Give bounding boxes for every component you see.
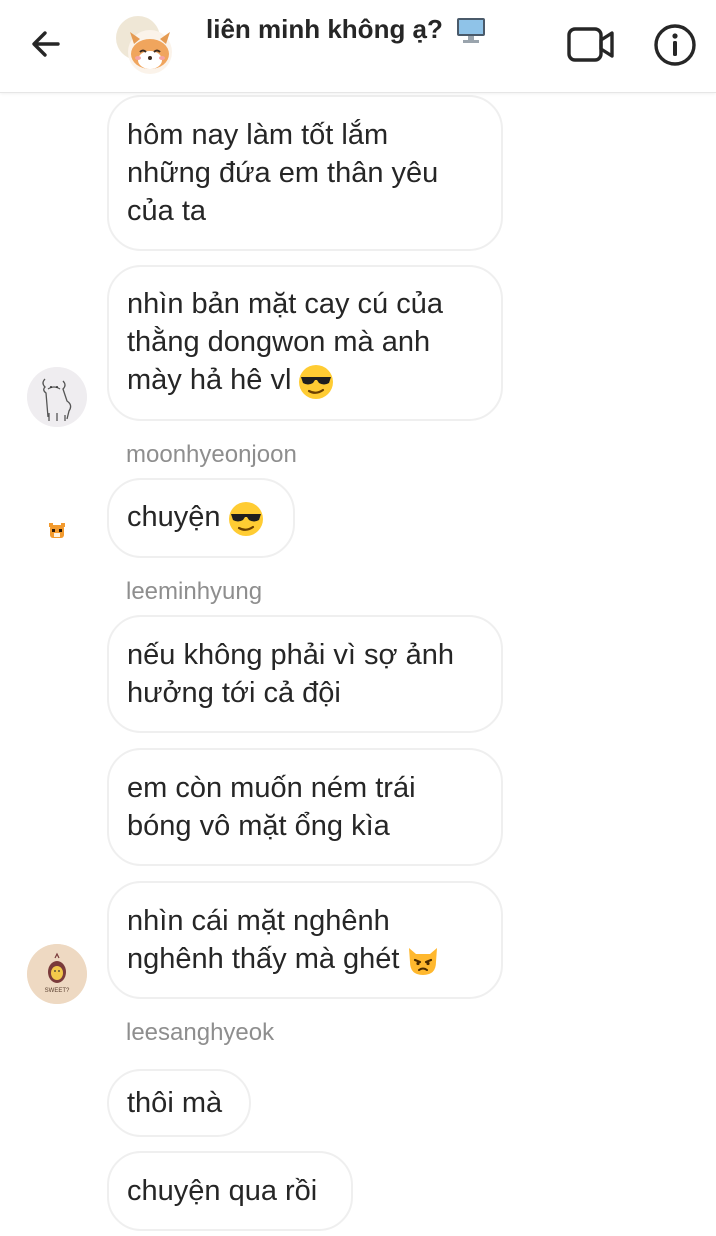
message-text: em còn muốn ném trái bóng vô mặt ổng kìa <box>127 772 416 842</box>
message-text: nhìn bản mặt cay cú của thằng dongwon mà… <box>127 285 443 400</box>
message-text-content: nhìn bản mặt cay cú của thằng dongwon mà… <box>127 288 443 397</box>
avatar[interactable]: SWEET? <box>27 944 87 1004</box>
back-button[interactable] <box>24 22 68 66</box>
video-camera-icon <box>567 27 614 62</box>
chat-title[interactable]: liên minh không ạ? <box>206 14 486 45</box>
message-bubble[interactable]: nhìn cái mặt nghênh nghênh thấy mà ghét <box>107 881 503 999</box>
message-bubble[interactable]: nếu không phải vì sợ ảnh hưởng tới cả độ… <box>107 615 503 733</box>
sender-name: moonhyeonjoon <box>126 441 297 468</box>
avatar[interactable] <box>27 502 87 562</box>
arrow-left-icon <box>32 31 60 57</box>
shiba-dog-avatar-icon <box>116 16 172 74</box>
message-bubble[interactable]: chuyện <box>107 478 295 558</box>
chat-header: liên minh không ạ? <box>0 0 716 93</box>
message-text: nhìn cái mặt nghênh nghênh thấy mà ghét <box>127 902 441 978</box>
desktop-computer-icon <box>457 18 486 44</box>
message-text: thôi mà <box>127 1087 223 1119</box>
alpaca-avatar-icon <box>27 367 87 427</box>
info-button[interactable] <box>652 22 698 68</box>
message-text-content: nhìn cái mặt nghênh nghênh thấy mà ghét <box>127 904 400 975</box>
message-text: hôm nay làm tốt lắm những đứa em thân yê… <box>127 119 439 227</box>
message-bubble[interactable]: chuyện qua rồi <box>107 1151 353 1231</box>
sunglasses-face-icon <box>299 364 334 399</box>
message-text-content: chuyện <box>127 501 221 534</box>
sunglasses-face-icon <box>228 501 263 536</box>
message-bubble[interactable]: thôi mà <box>107 1069 251 1137</box>
message-bubble[interactable]: hôm nay làm tốt lắm những đứa em thân yê… <box>107 95 503 251</box>
sweet-potato-avatar-icon: SWEET? <box>27 944 87 1004</box>
pouting-cat-icon <box>409 948 438 976</box>
sender-name: leeminhyung <box>126 578 263 605</box>
tiger-avatar-icon <box>27 502 87 562</box>
info-circle-icon <box>654 24 696 66</box>
message-text: chuyện <box>127 498 265 537</box>
message-bubble[interactable]: nhìn bản mặt cay cú của thằng dongwon mà… <box>107 265 503 421</box>
group-avatar[interactable] <box>114 14 176 76</box>
chat-title-text: liên minh không ạ? <box>206 14 443 44</box>
message-text: nếu không phải vì sợ ảnh hưởng tới cả độ… <box>127 639 454 709</box>
message-bubble[interactable]: em còn muốn ném trái bóng vô mặt ổng kìa <box>107 748 503 866</box>
avatar-label: SWEET? <box>45 988 70 994</box>
message-thread[interactable]: hôm nay làm tốt lắm những đứa em thân yê… <box>0 93 716 1236</box>
message-text: chuyện qua rồi <box>127 1175 318 1207</box>
video-call-button[interactable] <box>566 24 616 66</box>
avatar[interactable] <box>27 367 87 427</box>
sender-name: leesanghyeok <box>126 1019 275 1046</box>
